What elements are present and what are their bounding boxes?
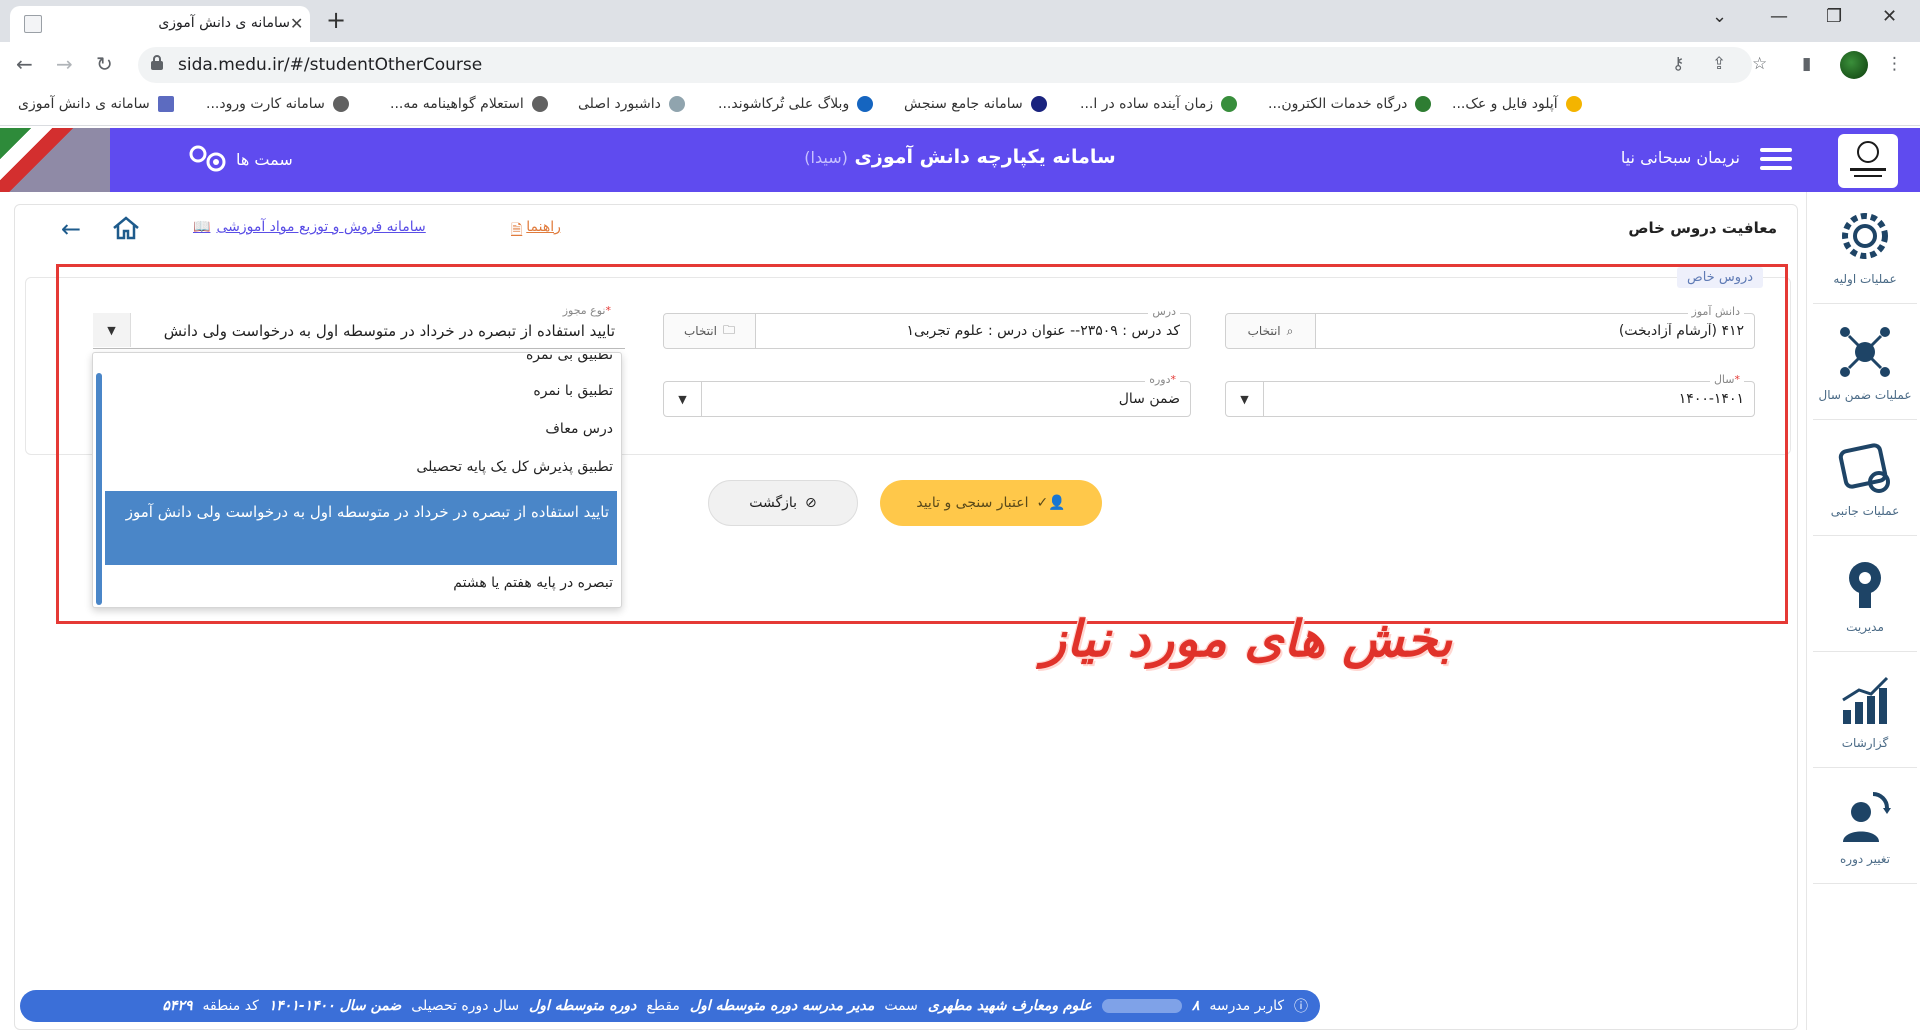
browser-tab[interactable]: سامانه ی دانش آموزی ✕ bbox=[10, 6, 310, 42]
blog-icon bbox=[857, 96, 874, 112]
guide-link[interactable]: راهنما 🗎 bbox=[511, 219, 561, 243]
bookmark-item[interactable]: آپلود فایل و عک... bbox=[1452, 96, 1582, 112]
sidebar-item-side-ops[interactable]: عملیات جانبی bbox=[1813, 424, 1917, 536]
document-icon: 🗎 bbox=[511, 222, 523, 238]
hamburger-menu-icon[interactable] bbox=[1760, 148, 1792, 172]
ministry-logo bbox=[1838, 134, 1898, 188]
bookmark-item[interactable]: سامانه جامع سنجش bbox=[904, 96, 1047, 112]
logo-icon bbox=[1030, 96, 1047, 112]
side-panel-icon[interactable]: ▮ bbox=[1802, 54, 1811, 74]
tab-title: سامانه ی دانش آموزی bbox=[158, 15, 290, 31]
address-bar: ← → ↻ sida.medu.ir/#/studentOtherCourse … bbox=[0, 42, 1920, 88]
star-icon[interactable]: ☆ bbox=[1752, 54, 1767, 74]
menu-dots-icon[interactable]: ⋮ bbox=[1886, 54, 1903, 74]
bookmark-item[interactable]: وبلاگ علی تُرکاشوند... bbox=[718, 96, 874, 112]
close-tab-icon[interactable]: ✕ bbox=[290, 14, 303, 33]
back-arrow-icon[interactable]: ← bbox=[61, 215, 81, 243]
sidebar-item-initial-ops[interactable]: عملیات اولیه bbox=[1813, 192, 1917, 304]
sidebar-item-management[interactable]: مدیریت bbox=[1813, 540, 1917, 652]
header-banner-image bbox=[0, 128, 110, 192]
network-gear-icon bbox=[1840, 327, 1890, 377]
key-icon[interactable]: ⚷ bbox=[1672, 54, 1684, 74]
browser-tabbar: سامانه ی دانش آموزی ✕ + ⌄ — ❐ ✕ bbox=[0, 0, 1920, 42]
sidebar-item-reports[interactable]: گزارشات bbox=[1813, 656, 1917, 768]
manager-icon bbox=[1849, 562, 1881, 608]
annotation-text: بخش های مورد نیاز bbox=[1042, 610, 1453, 668]
annotation-highlight-box bbox=[56, 264, 1788, 624]
puzzle-icon bbox=[1838, 443, 1890, 493]
info-icon[interactable]: ⓘ bbox=[1294, 996, 1308, 1016]
sales-system-link[interactable]: سامانه فروش و توزیع مواد آموزشی 📖 bbox=[193, 219, 426, 235]
chart-icon bbox=[1842, 676, 1889, 724]
sidebar-item-midyear-ops[interactable]: عملیات ضمن سال bbox=[1813, 308, 1917, 420]
profile-avatar[interactable] bbox=[1840, 51, 1868, 79]
username[interactable]: نریمان سبحانی نیا bbox=[1600, 148, 1740, 167]
gear-icon bbox=[1842, 213, 1888, 259]
bookmarks-bar: آپلود فایل و عک... درگاه خدمات الکترون..… bbox=[0, 88, 1920, 126]
dashboard-icon bbox=[668, 96, 685, 112]
bookmark-item[interactable]: استعلام گواهینامه مه... bbox=[390, 96, 548, 112]
window-close-icon[interactable]: ✕ bbox=[1882, 6, 1897, 27]
bookmark-item[interactable]: سامانه کارت ورود... bbox=[206, 96, 349, 112]
leaf-icon bbox=[1221, 96, 1238, 112]
status-bar: ⓘ کاربر مدرسه ۸ علوم ومعارف شهید مطهری س… bbox=[20, 990, 1320, 1022]
bookmark-item[interactable]: درگاه خدمات الکترون... bbox=[1268, 96, 1432, 112]
maximize-icon[interactable]: ❐ bbox=[1826, 6, 1842, 27]
lock-icon bbox=[151, 55, 163, 70]
roles-label[interactable]: سمت ها bbox=[236, 150, 293, 169]
back-icon[interactable]: ← bbox=[16, 52, 33, 76]
page-icon bbox=[157, 96, 174, 112]
sidebar-item-change-term[interactable]: تغییر دوره bbox=[1813, 772, 1917, 884]
share-icon[interactable]: ⇪ bbox=[1712, 54, 1726, 74]
page-favicon-icon bbox=[24, 15, 42, 33]
app-title: سامانه یکپارچه دانش آموزی (سیدا) bbox=[804, 146, 1116, 168]
minimize-icon[interactable]: — bbox=[1770, 6, 1788, 27]
app-header: سمت ها سامانه یکپارچه دانش آموزی (سیدا) … bbox=[0, 128, 1920, 192]
reload-icon[interactable]: ↻ bbox=[96, 52, 113, 76]
new-tab-icon[interactable]: + bbox=[326, 6, 346, 34]
home-icon[interactable] bbox=[111, 215, 141, 241]
page-title: معافیت دروس خاص bbox=[1628, 219, 1777, 237]
globe-icon bbox=[531, 96, 548, 112]
bookmark-item[interactable]: سامانه ی دانش آموزی bbox=[18, 96, 174, 112]
lightning-icon bbox=[1565, 96, 1582, 112]
tab-search-icon[interactable]: ⌄ bbox=[1712, 6, 1727, 27]
url-text[interactable]: sida.medu.ir/#/studentOtherCourse bbox=[178, 55, 482, 75]
leaf-icon bbox=[1415, 96, 1432, 112]
bookmark-item[interactable]: داشبورد اصلی bbox=[578, 96, 685, 112]
user-switch-icon bbox=[1843, 792, 1891, 842]
forward-icon[interactable]: → bbox=[56, 52, 73, 76]
globe-icon bbox=[332, 96, 349, 112]
bookmark-item[interactable]: زمان آینده ساده در ا... bbox=[1080, 96, 1238, 112]
right-sidebar: عملیات اولیه عملیات ضمن سال عملیات جانبی… bbox=[1806, 192, 1920, 1030]
book-icon: 📖 bbox=[193, 219, 211, 235]
roles-icon[interactable] bbox=[188, 142, 228, 176]
redacted-value bbox=[1101, 999, 1182, 1013]
